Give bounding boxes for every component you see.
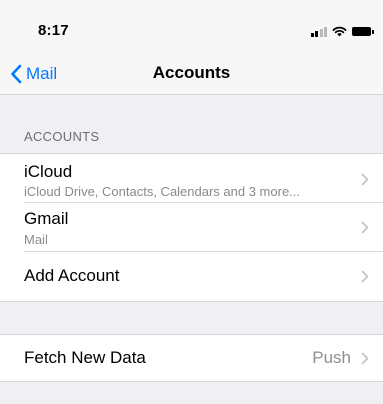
cellular-signal-icon [310,26,327,37]
battery-icon [352,26,374,36]
account-row-icloud[interactable]: iCloud iCloud Drive, Contacts, Calendars… [0,154,383,202]
accounts-list: iCloud iCloud Drive, Contacts, Calendars… [0,153,383,302]
account-row-gmail[interactable]: Gmail Mail [0,203,383,251]
status-icons [310,25,374,37]
status-time: 8:17 [38,22,69,39]
fetch-new-data-value: Push [312,348,351,367]
account-subtitle: iCloud Drive, Contacts, Calendars and 3 … [24,184,301,199]
add-account-label: Add Account [24,266,120,285]
wifi-icon [332,26,347,36]
fetch-new-data-row[interactable]: Fetch New Data Push [0,335,383,381]
fetch-new-data-label: Fetch New Data [24,348,146,367]
chevron-right-icon [361,270,369,283]
accounts-section-header: ACCOUNTS [24,129,100,144]
account-subtitle: Mail [24,232,48,247]
page-title: Accounts [152,63,231,82]
add-account-button[interactable]: Add Account [0,252,383,301]
chevron-right-icon [361,221,369,234]
navigation-bar: Mail Accounts [0,56,383,95]
chevron-right-icon [361,352,369,365]
status-bar: 8:17 [0,0,383,56]
account-title: iCloud [24,162,73,181]
account-title: Gmail [24,209,69,228]
fetch-settings-group: Fetch New Data Push [0,334,383,382]
chevron-right-icon [361,173,369,186]
